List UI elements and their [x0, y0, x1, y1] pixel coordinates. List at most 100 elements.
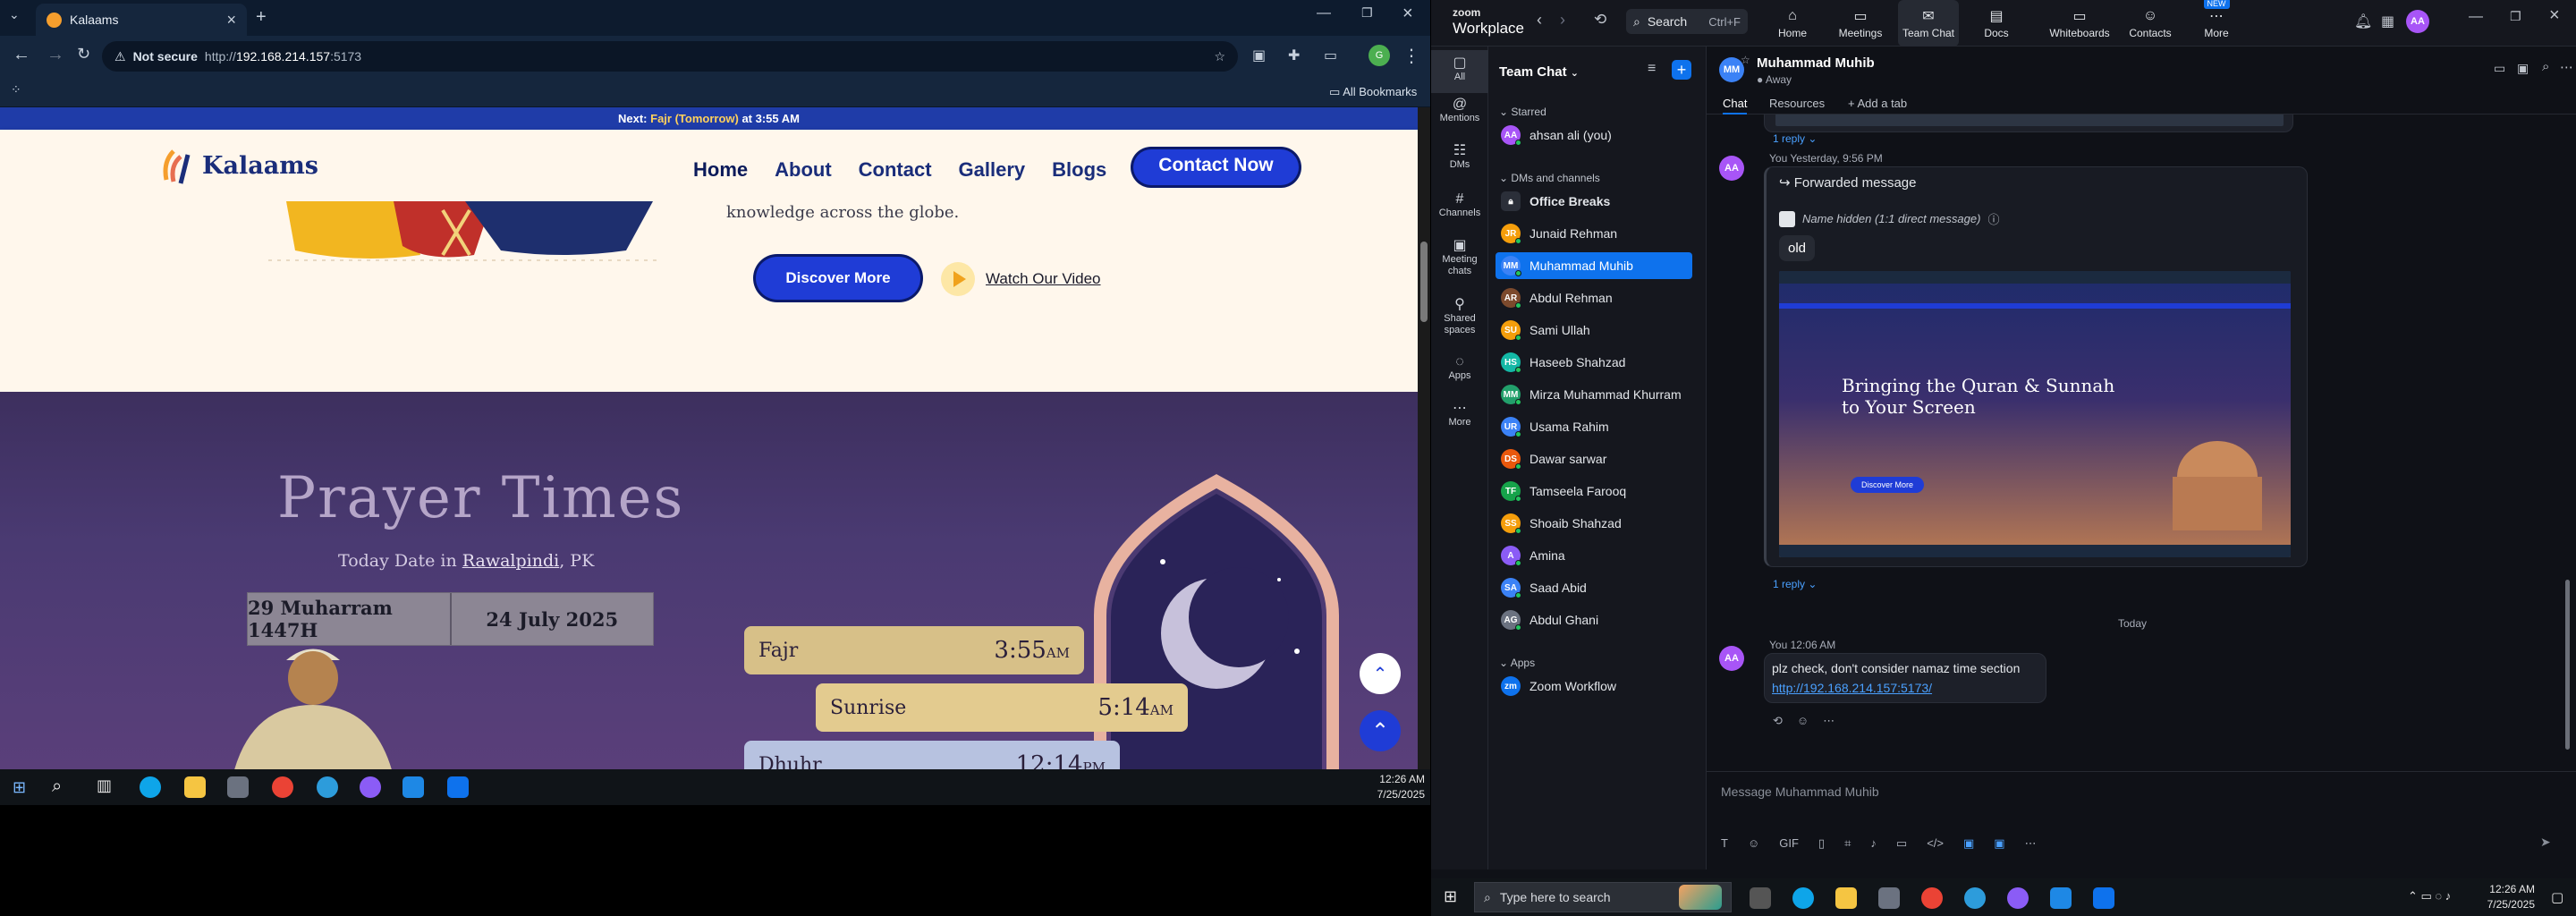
forward-icon[interactable]: → [47, 45, 64, 65]
gif-icon[interactable]: GIF [1779, 836, 1799, 851]
scroll-to-top-button[interactable]: ⌃ [1360, 710, 1401, 751]
chrome-icon[interactable] [272, 776, 293, 798]
forwarded-message-bubble[interactable]: ↪ Forwarded message Name hidden (1:1 dir… [1764, 166, 2308, 567]
contact-item[interactable]: SS Shoaib Shahzad [1496, 510, 1692, 537]
extension-icon[interactable]: ▣ [1252, 47, 1266, 64]
tab-search-icon[interactable]: ⌄ [9, 7, 20, 22]
task-view-icon[interactable]: ▥ [97, 776, 112, 795]
close-window-icon[interactable]: × [1402, 4, 1413, 24]
screen-share-icon[interactable]: ▣ [2517, 61, 2529, 76]
rail-dms[interactable]: ☷ DMs [1431, 144, 1488, 171]
edge-icon[interactable] [1792, 887, 1814, 909]
send-icon[interactable]: ➤ [2540, 835, 2551, 850]
back-icon[interactable]: ‹ [1537, 11, 1542, 30]
discover-more-button[interactable]: Discover More [756, 257, 920, 300]
file-explorer-icon[interactable] [1835, 887, 1857, 909]
nav-whiteboards[interactable]: ▭ Whiteboards [2042, 0, 2117, 47]
page-scrollbar[interactable] [1418, 107, 1430, 769]
chrome-icon[interactable] [1921, 887, 1943, 909]
apps-grid-icon[interactable]: ⁘ [11, 82, 21, 98]
filter-icon[interactable]: ≡ [1648, 61, 1656, 77]
channel-office-breaks[interactable]: 🔒︎ Office Breaks [1496, 188, 1692, 215]
contact-item[interactable]: AR Abdul Rehman [1496, 284, 1692, 311]
search-icon[interactable]: ⌕ [52, 776, 62, 797]
store-icon[interactable] [227, 776, 249, 798]
more-actions-icon[interactable]: ⋯ [1823, 714, 1835, 728]
file-explorer-icon[interactable] [184, 776, 206, 798]
starred-section[interactable]: ⌄ Starred [1499, 106, 1546, 118]
apps-section[interactable]: ⌄ Apps [1499, 657, 1535, 669]
tab-resources[interactable]: Resources [1769, 97, 1825, 110]
nav-docs[interactable]: ▤ Docs [1966, 0, 2027, 47]
split-view-icon[interactable]: ▭ [1324, 47, 1337, 64]
screenshot-icon[interactable]: ⌗ [1844, 836, 1851, 851]
format-icon[interactable]: T [1721, 836, 1728, 851]
contact-item[interactable]: HS Haseeb Shahzad [1496, 349, 1692, 376]
bell-icon[interactable]: 🔔︎ [2354, 13, 2372, 30]
close-icon[interactable]: × [2549, 5, 2560, 26]
notifications-icon[interactable]: ▢ [2551, 889, 2563, 905]
scroll-up-outline-button[interactable]: ⌃ [1360, 653, 1401, 694]
chat-partner-name[interactable]: Muhammad Muhib [1757, 55, 1875, 71]
team-chat-title[interactable]: Team Chat ⌄ [1499, 64, 1579, 80]
contact-item[interactable]: UR Usama Rahim [1496, 413, 1692, 440]
video-call-icon[interactable]: ▭ [2494, 61, 2505, 76]
app-icon[interactable] [1964, 887, 1986, 909]
nav-home[interactable]: Home [693, 153, 748, 182]
store-icon[interactable] [1878, 887, 1900, 909]
new-chat-button[interactable]: + [1672, 60, 1691, 80]
app-icon[interactable]: ▣ [1994, 836, 2004, 851]
chat-scrollbar[interactable] [2563, 114, 2572, 759]
emoji-reaction-icon[interactable]: ☺ [1797, 714, 1809, 728]
nav-blogs[interactable]: Blogs [1052, 153, 1106, 182]
more-tools-icon[interactable]: ⋯ [2025, 836, 2037, 851]
dms-section[interactable]: ⌄ DMs and channels [1499, 172, 1600, 184]
reply-count-1[interactable]: 1 reply ⌄ [1773, 132, 1817, 145]
edge-icon[interactable] [140, 776, 161, 798]
windows-start-icon[interactable]: ⊞ [1444, 887, 1457, 906]
tab-add[interactable]: + Add a tab [1848, 97, 1907, 110]
site-logo[interactable]: Kalaams [161, 144, 318, 187]
chat-scroll-thumb[interactable] [2565, 580, 2570, 750]
contact-item[interactable]: DS Dawar sarwar [1496, 445, 1692, 472]
rail-apps[interactable]: ◌ Apps [1431, 355, 1488, 382]
tray-icons[interactable]: ⌃ ▭ ◌ ♪ [2408, 889, 2451, 903]
close-tab-icon[interactable]: × [226, 11, 236, 30]
forward-icon[interactable]: › [1560, 11, 1565, 30]
contact-item[interactable]: SU Sami Ullah [1496, 317, 1692, 344]
contact-item[interactable]: TF Tamseela Farooq [1496, 478, 1692, 505]
message-link[interactable]: http://192.168.214.157:5173/ [1772, 681, 1932, 695]
new-tab-icon[interactable]: + [256, 7, 267, 28]
app-icon[interactable] [317, 776, 338, 798]
zoom-taskbar-icon[interactable] [447, 776, 469, 798]
chat-more-icon[interactable]: ⋯ [2560, 59, 2573, 75]
mic-icon[interactable]: ♪ [1870, 836, 1877, 851]
app-icon[interactable]: ▣ [1963, 836, 1974, 851]
video-message-icon[interactable]: ▭ [1896, 836, 1907, 851]
calendar-icon[interactable]: ▦ [2381, 13, 2394, 30]
nav-about[interactable]: About [775, 153, 832, 182]
all-bookmarks[interactable]: ▭ All Bookmarks [1329, 85, 1417, 99]
nav-meetings[interactable]: ▭ Meetings [1830, 0, 1891, 47]
zoom-search[interactable]: ⌕ Search Ctrl+F [1626, 9, 1748, 34]
omnibox[interactable]: ⚠ Not secure http://192.168.214.157:5173… [102, 41, 1238, 72]
app-zoom-workflow[interactable]: zm Zoom Workflow [1496, 673, 1692, 700]
contact-item[interactable]: AG Abdul Ghani [1496, 606, 1692, 633]
nav-contact[interactable]: Contact [859, 153, 932, 182]
browser-tab[interactable]: Kalaams × [36, 4, 247, 36]
reply-icon[interactable]: ⟲ [1773, 714, 1783, 728]
chat-search-icon[interactable]: ⌕ [2542, 59, 2549, 74]
code-icon[interactable]: </> [1927, 836, 1944, 851]
vscode-icon[interactable] [402, 776, 424, 798]
contact-item[interactable]: MM Mirza Muhammad Khurram [1496, 381, 1692, 408]
vscode-icon[interactable] [2050, 887, 2072, 909]
profile-avatar[interactable]: G [1368, 45, 1390, 66]
rail-mentions[interactable]: @ Mentions [1431, 98, 1488, 124]
back-icon[interactable]: ← [13, 45, 30, 65]
github-icon[interactable] [2007, 887, 2029, 909]
rail-meeting-chats[interactable]: ▣ Meeting chats [1431, 239, 1488, 277]
reload-icon[interactable]: ↻ [77, 45, 90, 64]
file-icon[interactable]: ▯ [1818, 836, 1825, 851]
previous-message-bubble[interactable] [1764, 114, 2293, 132]
screenshot-attachment[interactable]: Bringing the Quran & Sunnah to Your Scre… [1779, 271, 2291, 557]
